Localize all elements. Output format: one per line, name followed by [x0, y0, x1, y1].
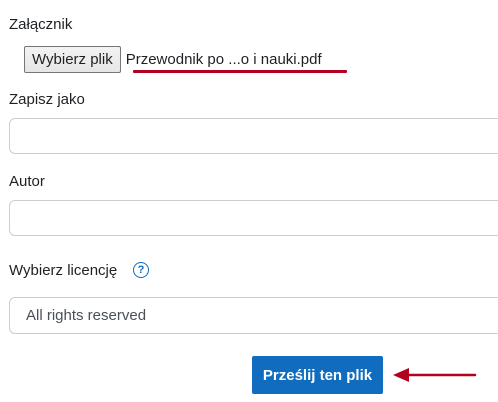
file-upload-form: Załącznik Wybierz plik Przewodnik po ...… [0, 0, 498, 402]
choose-file-button[interactable]: Wybierz plik [24, 45, 121, 73]
annotation-underline [133, 70, 347, 73]
arrow-left-icon [393, 368, 477, 382]
license-selected-value: All rights reserved [26, 307, 147, 324]
license-label: Wybierz licencję [9, 262, 118, 279]
selected-file-name: Przewodnik po ...o i nauki.pdf [125, 50, 322, 68]
attachment-label: Załącznik [9, 16, 73, 33]
license-select[interactable]: All rights reserved [9, 297, 498, 334]
save-as-label: Zapisz jako [9, 91, 85, 108]
author-label: Autor [9, 173, 45, 190]
save-as-input[interactable] [9, 118, 498, 154]
upload-file-button[interactable]: Prześlij ten plik [252, 356, 383, 394]
file-picker: Wybierz plik Przewodnik po ...o i nauki.… [24, 45, 322, 73]
author-input[interactable] [9, 200, 498, 236]
question-circle-icon[interactable]: ? [133, 262, 149, 278]
